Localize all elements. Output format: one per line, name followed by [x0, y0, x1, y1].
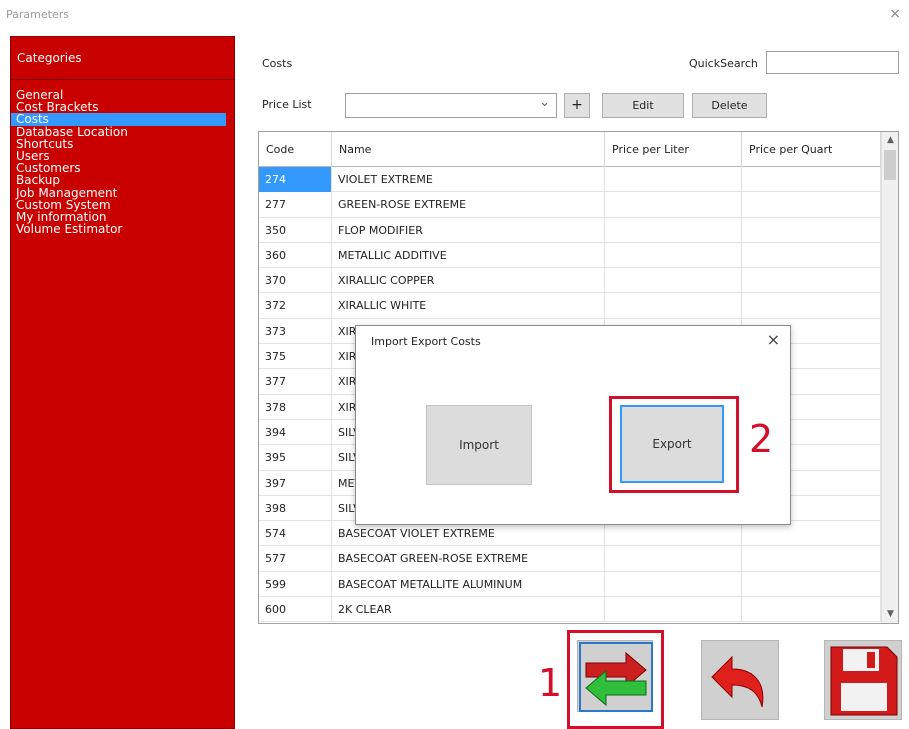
categories-header: Categories — [11, 37, 234, 80]
floppy-disk-save-icon — [830, 646, 898, 716]
price-list-dropdown[interactable]: ⌄ — [345, 93, 557, 118]
header-price-per-liter[interactable]: Price per Liter — [605, 132, 742, 167]
cell-price-per-liter[interactable] — [605, 268, 742, 294]
cell-price-per-liter[interactable] — [605, 167, 742, 193]
cell-code[interactable]: 370 — [259, 268, 332, 294]
export-highlight-box — [609, 396, 739, 493]
import-export-highlight-box — [567, 630, 664, 729]
cell-code[interactable]: 600 — [259, 597, 332, 623]
cell-name[interactable]: BASECOAT GREEN-ROSE EXTREME — [332, 546, 605, 572]
chevron-down-icon: ⌄ — [539, 95, 550, 110]
section-title: Costs — [262, 57, 293, 70]
cell-code[interactable]: 373 — [259, 318, 332, 345]
cell-name[interactable]: XIRALLIC COPPER — [332, 268, 605, 294]
sidebar-item-backup[interactable]: Backup — [11, 174, 234, 186]
cell-price-per-liter[interactable] — [605, 293, 742, 319]
edit-button[interactable]: Edit — [602, 93, 684, 118]
cell-code[interactable]: 378 — [259, 394, 332, 420]
cell-price-per-liter[interactable] — [605, 597, 742, 623]
cell-price-per-quart[interactable] — [742, 597, 881, 623]
cell-code[interactable]: 397 — [259, 470, 332, 496]
undo-button[interactable] — [701, 640, 779, 720]
cell-name[interactable]: 2K CLEAR — [332, 597, 605, 623]
cell-price-per-quart[interactable] — [742, 268, 881, 294]
dialog-title: Import Export Costs — [371, 335, 481, 348]
categories-list: General Cost Brackets Costs Database Loc… — [11, 89, 234, 235]
cell-code[interactable]: 599 — [259, 571, 332, 598]
scrollbar-thumb[interactable] — [884, 150, 896, 180]
delete-button[interactable]: Delete — [692, 93, 767, 118]
table-row[interactable]: 350 FLOP MODIFIER — [259, 217, 881, 243]
cell-code[interactable]: 350 — [259, 217, 332, 243]
table-row[interactable]: 600 2K CLEAR — [259, 597, 881, 623]
quicksearch-input[interactable] — [766, 51, 899, 74]
cell-code[interactable]: 372 — [259, 293, 332, 319]
window-title: Parameters — [6, 8, 69, 21]
dialog-close-icon[interactable]: × — [767, 330, 780, 349]
price-list-label: Price List — [262, 98, 312, 111]
table-row[interactable]: 372 XIRALLIC WHITE — [259, 293, 881, 319]
scroll-down-icon[interactable]: ▼ — [882, 606, 898, 623]
cell-code[interactable]: 277 — [259, 192, 332, 218]
cell-price-per-quart[interactable] — [742, 167, 881, 193]
table-header: Code Name Price per Liter Price per Quar… — [259, 132, 881, 167]
cell-code[interactable]: 577 — [259, 546, 332, 572]
cell-code[interactable]: 360 — [259, 242, 332, 269]
cell-code[interactable]: 394 — [259, 419, 332, 446]
table-row[interactable]: 599 BASECOAT METALLITE ALUMINUM — [259, 571, 881, 598]
table-scrollbar[interactable]: ▲ ▼ — [881, 132, 898, 623]
cell-name[interactable]: VIOLET EXTREME — [332, 167, 605, 193]
cell-name[interactable]: BASECOAT METALLITE ALUMINUM — [332, 571, 605, 598]
cell-name[interactable]: GREEN-ROSE EXTREME — [332, 192, 605, 218]
quicksearch-label: QuickSearch — [689, 57, 758, 70]
window-close-icon[interactable]: × — [889, 6, 901, 22]
undo-arrow-icon — [711, 655, 764, 708]
cell-price-per-quart[interactable] — [742, 192, 881, 218]
cell-price-per-liter[interactable] — [605, 571, 742, 598]
header-name[interactable]: Name — [332, 132, 605, 167]
cell-price-per-quart[interactable] — [742, 293, 881, 319]
cell-name[interactable]: FLOP MODIFIER — [332, 217, 605, 243]
header-code[interactable]: Code — [259, 132, 332, 167]
cell-price-per-quart[interactable] — [742, 217, 881, 243]
categories-header-label: Categories — [17, 51, 82, 65]
cell-price-per-liter[interactable] — [605, 546, 742, 572]
cell-price-per-quart[interactable] — [742, 242, 881, 269]
import-button[interactable]: Import — [426, 405, 532, 485]
cell-price-per-liter[interactable] — [605, 242, 742, 269]
cell-code[interactable]: 377 — [259, 369, 332, 395]
table-row[interactable]: 577 BASECOAT GREEN-ROSE EXTREME — [259, 546, 881, 572]
cell-name[interactable]: XIRALLIC WHITE — [332, 293, 605, 319]
save-button[interactable] — [824, 640, 902, 720]
header-price-per-quart[interactable]: Price per Quart — [742, 132, 881, 167]
sidebar-item-volume-estimator[interactable]: Volume Estimator — [11, 223, 234, 235]
cell-code[interactable]: 574 — [259, 521, 332, 547]
scroll-up-icon[interactable]: ▲ — [882, 132, 898, 149]
cell-name[interactable]: METALLIC ADDITIVE — [332, 242, 605, 269]
sidebar-item-database-location[interactable]: Database Location — [11, 125, 234, 137]
table-row[interactable]: 360 METALLIC ADDITIVE — [259, 242, 881, 269]
annotation-step-2: 2 — [749, 417, 774, 461]
cell-code[interactable]: 398 — [259, 495, 332, 522]
cell-code[interactable]: 375 — [259, 344, 332, 370]
annotation-step-1: 1 — [538, 661, 563, 705]
cell-price-per-liter[interactable] — [605, 217, 742, 243]
cell-price-per-liter[interactable] — [605, 192, 742, 218]
cell-code[interactable]: 274 — [259, 167, 332, 193]
cell-price-per-quart[interactable] — [742, 546, 881, 572]
table-row[interactable]: 274 VIOLET EXTREME — [259, 167, 881, 193]
add-price-list-button[interactable]: + — [564, 93, 590, 118]
categories-sidebar: Categories General Cost Brackets Costs D… — [10, 36, 235, 729]
sidebar-item-costs[interactable]: Costs — [11, 113, 226, 126]
table-row[interactable]: 277 GREEN-ROSE EXTREME — [259, 192, 881, 218]
table-row[interactable]: 370 XIRALLIC COPPER — [259, 268, 881, 294]
cell-price-per-quart[interactable] — [742, 571, 881, 598]
cell-code[interactable]: 395 — [259, 445, 332, 471]
sidebar-item-job-management[interactable]: Job Management — [11, 186, 234, 198]
